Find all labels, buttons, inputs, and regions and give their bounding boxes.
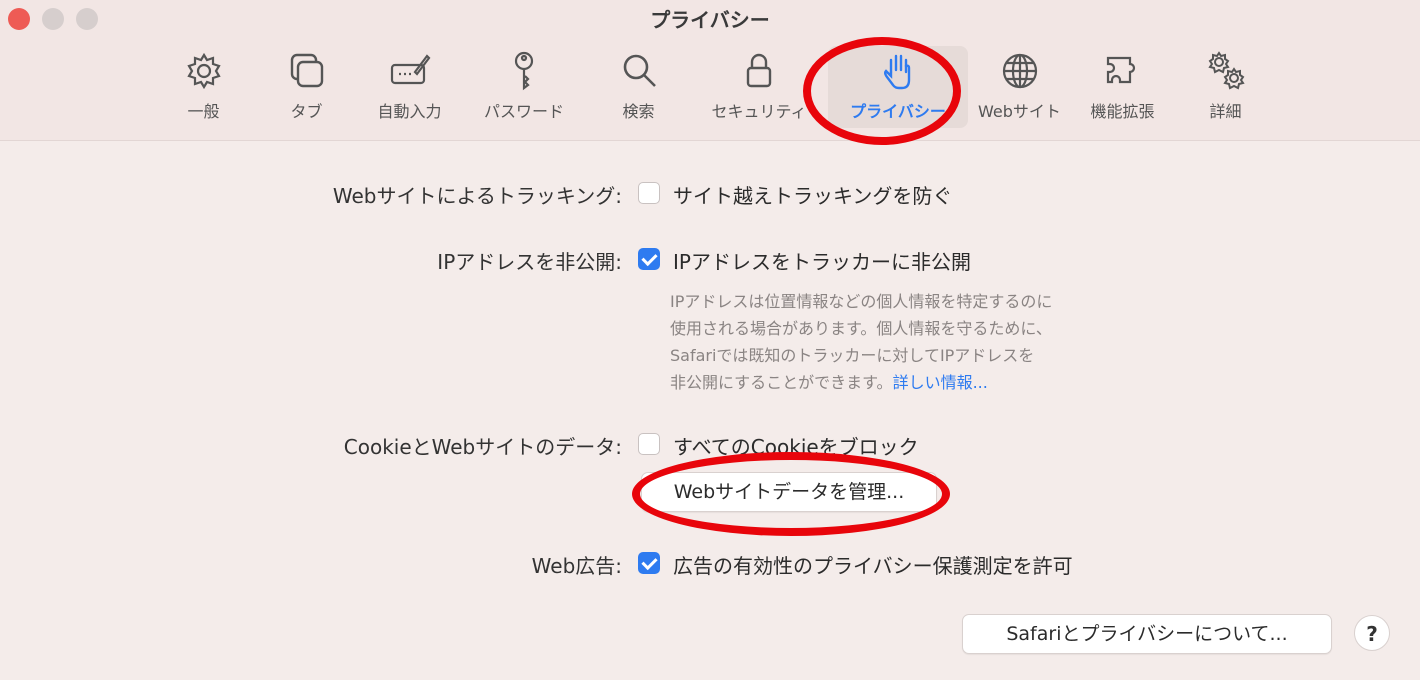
ip-description-line: 非公開にすることができます。詳しい情報... [670, 373, 988, 392]
tab-label: 機能拡張 [1090, 102, 1155, 121]
ip-description-line: IPアドレスは位置情報などの個人情報を特定するのに [670, 292, 1053, 311]
tab-passwords[interactable]: パスワード [461, 46, 587, 128]
tab-label: Webサイト [978, 102, 1061, 121]
window-title: プライバシー [650, 8, 770, 32]
ip-label: IPアドレスを非公開: [437, 250, 622, 274]
ip-description-line: Safariでは既知のトラッカーに対してIPアドレスを [670, 346, 1035, 365]
tab-label: プライバシー [850, 102, 946, 121]
help-button[interactable]: ? [1354, 615, 1390, 651]
gears-icon [1207, 51, 1245, 90]
prevent-tracking-checkbox[interactable] [638, 182, 660, 204]
globe-icon [1002, 53, 1037, 89]
ads-label: Web広告: [531, 554, 622, 578]
tab-security[interactable]: セキュリティ [690, 46, 828, 128]
cookies-label: CookieとWebサイトのデータ: [343, 435, 622, 459]
learn-more-link[interactable]: 詳しい情報... [893, 373, 988, 392]
tab-label: パスワード [483, 102, 564, 121]
ip-description-line: 使用される場合があります。個人情報を守るために、 [670, 319, 1052, 338]
ip-description: IPアドレスは位置情報などの個人情報を特定するのに 使用される場合があります。個… [670, 288, 1140, 396]
tab-websites[interactable]: Webサイト [968, 46, 1071, 128]
search-icon [623, 54, 656, 87]
gear-icon [186, 52, 221, 90]
lock-icon [746, 53, 772, 88]
tab-tabs[interactable]: タブ [255, 46, 358, 128]
tab-label: 一般 [187, 102, 220, 121]
tab-autofill[interactable]: 自動入力 [358, 46, 461, 128]
tab-label: 検索 [622, 102, 655, 121]
autofill-icon [390, 54, 430, 85]
hide-ip-label[interactable]: IPアドレスをトラッカーに非公開 [673, 246, 971, 275]
tracking-label: Webサイトによるトラッキング: [332, 184, 622, 208]
manage-website-data-button[interactable]: Webサイトデータを管理... [641, 472, 937, 512]
hide-ip-checkbox[interactable] [638, 248, 660, 270]
tab-label: 詳細 [1209, 102, 1242, 121]
tab-label: セキュリティ [711, 102, 807, 121]
block-cookies-checkbox[interactable] [638, 433, 660, 455]
tab-privacy[interactable]: プライバシー [828, 46, 968, 128]
title-bar: プライバシー 一般 タブ 自動入力 パスワード 検索 セキュリティ プライバシー [0, 0, 1420, 141]
tab-advanced[interactable]: 詳細 [1174, 46, 1277, 128]
preferences-toolbar: 一般 タブ 自動入力 パスワード 検索 セキュリティ プライバシー Webサイト… [152, 46, 1277, 128]
puzzle-icon [1106, 56, 1135, 84]
about-privacy-button[interactable]: Safariとプライバシーについて... [962, 614, 1332, 654]
tab-label: 自動入力 [377, 102, 442, 121]
hand-icon [884, 54, 911, 90]
ad-measurement-checkbox[interactable] [638, 552, 660, 574]
tab-search[interactable]: 検索 [587, 46, 690, 128]
tabs-icon [290, 53, 323, 88]
block-cookies-label[interactable]: すべてのCookieをブロック [673, 431, 919, 460]
prevent-tracking-label[interactable]: サイト越えトラッキングを防ぐ [673, 180, 952, 209]
key-icon [514, 51, 534, 91]
ad-measurement-label[interactable]: 広告の有効性のプライバシー保護測定を許可 [673, 550, 1073, 579]
tab-extensions[interactable]: 機能拡張 [1071, 46, 1174, 128]
tab-label: タブ [290, 102, 323, 121]
tab-general[interactable]: 一般 [152, 46, 255, 128]
